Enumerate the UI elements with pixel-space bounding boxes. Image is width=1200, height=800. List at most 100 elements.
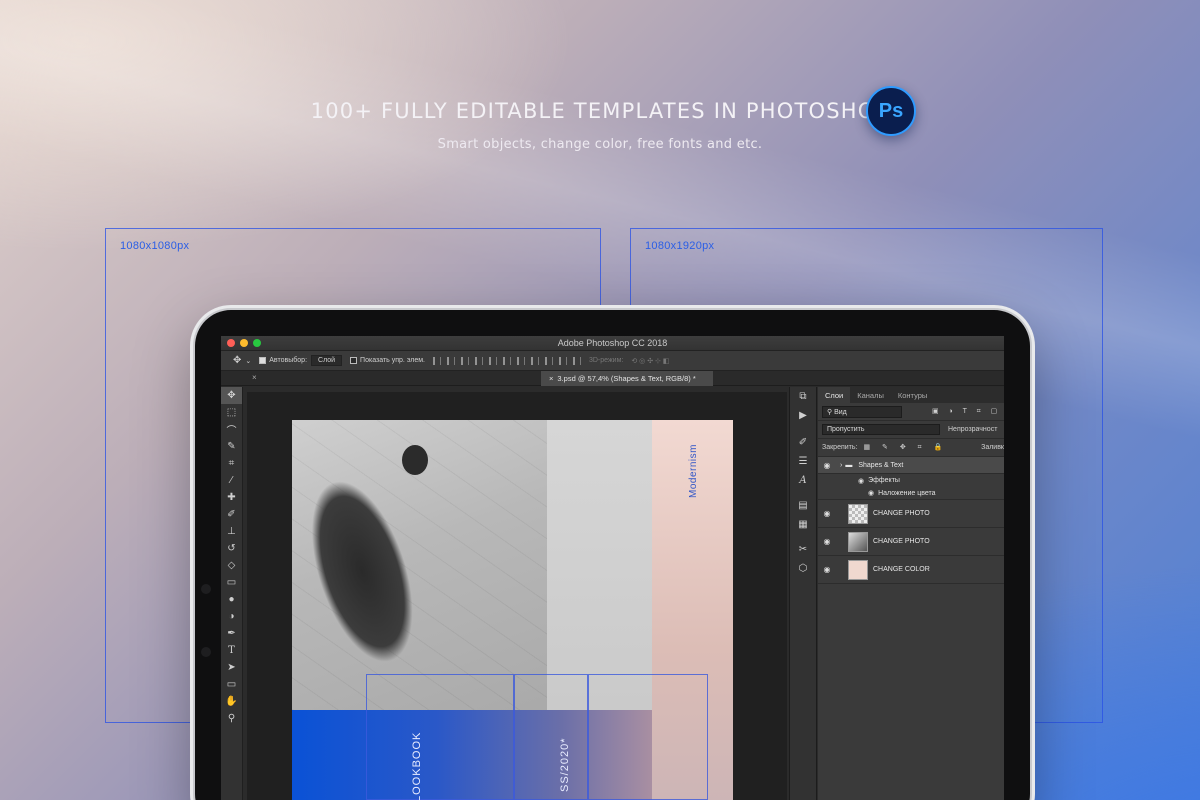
filter-icons[interactable]: ▣ ◑ T ⌗ ▢ <box>932 407 1001 416</box>
square-format-label: 1080x1080px <box>120 240 190 252</box>
chevron-right-icon[interactable]: › <box>840 462 842 469</box>
tab-channels[interactable]: Каналы <box>850 387 891 403</box>
type-tool-icon[interactable]: T <box>221 642 242 659</box>
3d-orbit-icon[interactable]: ⟲ ◎ ✣ ⊹ ◧ <box>631 357 669 365</box>
panel-dock: ⧉ ▶ ✐ ☰ A ▤ ▦ ✂ ⬡ <box>789 387 817 800</box>
layer-name: Эффекты <box>868 477 900 484</box>
layout-guide-box <box>366 674 514 800</box>
blend-mode-row: Пропустить Непрозрачност <box>818 421 1004 439</box>
layer-name: Shapes & Text <box>858 461 904 469</box>
adjustments-icon[interactable]: ☰ <box>790 452 816 471</box>
3d-panel-icon[interactable]: ⬡ <box>790 559 816 578</box>
layer-change-color[interactable]: ◉ CHANGE COLOR <box>818 556 1004 584</box>
lookbook-text: LOOKBOOK <box>411 731 423 800</box>
blend-mode-dropdown[interactable]: Пропустить <box>822 424 940 435</box>
hero-header: 100+ FULLY EDITABLE TEMPLATES IN PHOTOSH… <box>0 99 1200 152</box>
document-tab-label: 3.psd @ 57,4% (Shapes & Text, RGB/8) * <box>557 374 696 383</box>
autoselect-checkbox[interactable] <box>259 357 267 364</box>
distribute-bottom-icon[interactable] <box>544 356 553 365</box>
opacity-label: Непрозрачност <box>948 426 998 433</box>
tool-presets-icon[interactable]: ✂ <box>790 540 816 559</box>
hand-tool-icon[interactable]: ✋ <box>221 693 242 710</box>
eye-icon[interactable]: ◉ <box>858 477 864 485</box>
marquee-tool-icon[interactable]: ⬚ <box>221 404 242 421</box>
path-select-tool-icon[interactable]: ➤ <box>221 659 242 676</box>
eye-icon[interactable]: ◉ <box>818 509 836 518</box>
character-panel-icon[interactable]: A <box>790 471 816 490</box>
distribute-right-icon[interactable] <box>572 356 581 365</box>
show-transform-label: Показать упр. элем. <box>360 357 425 364</box>
eye-icon[interactable]: ◉ <box>868 489 874 497</box>
rectangle-tool-icon[interactable]: ▭ <box>221 676 242 693</box>
modernism-text: Modernism <box>688 444 699 498</box>
layer-change-photo-1[interactable]: ◉ CHANGE PHOTO <box>818 500 1004 528</box>
close-icon[interactable]: × <box>549 374 553 383</box>
title-bar: Adobe Photoshop CC 2018 <box>221 336 1004 351</box>
eraser-tool-icon[interactable]: ◇ <box>221 557 242 574</box>
align-top-icon[interactable] <box>474 356 483 365</box>
color-overlay-effect-row[interactable]: ◉ Наложение цвета <box>818 487 1004 500</box>
lasso-tool-icon[interactable]: ⌒ <box>221 421 242 438</box>
layer-thumbnail <box>848 503 868 524</box>
tools-panel: ✥ ⬚ ⌒ ✎ ⌗ ⁄ ✚ ✐ ⊥ ↺ ◇ ▭ ● ◑ ✒ T ➤ ▭ ✋ ⚲ <box>221 387 243 800</box>
photo-sky <box>547 420 652 710</box>
autoselect-dropdown[interactable]: Слой <box>311 355 343 366</box>
paragraph-panel-icon[interactable]: ▤ <box>790 496 816 515</box>
layer-group-shapes-text[interactable]: ◉ › ▬ Shapes & Text <box>818 457 1004 474</box>
lock-label: Закрепить: <box>822 444 858 451</box>
chevron-down-icon[interactable]: ⌄ <box>245 357 251 365</box>
options-bar: ✥ ⌄ Автовыбор: Слой Показать упр. элем. … <box>221 351 1004 371</box>
brush-settings-icon[interactable]: ✐ <box>790 433 816 452</box>
crop-tool-icon[interactable]: ⌗ <box>221 455 242 472</box>
pen-tool-icon[interactable]: ✒ <box>221 625 242 642</box>
document-tab[interactable]: × 3.psd @ 57,4% (Shapes & Text, RGB/8) * <box>541 371 713 386</box>
layer-filter-dropdown[interactable]: ⚲ Вид <box>822 405 902 418</box>
layer-effects-row[interactable]: ◉ Эффекты <box>818 474 1004 487</box>
distribute-top-icon[interactable] <box>516 356 525 365</box>
eye-icon[interactable]: ◉ <box>818 565 836 574</box>
move-tool-icon[interactable]: ✥ <box>221 387 242 404</box>
layer-name: CHANGE COLOR <box>873 566 930 573</box>
headline-text: 100+ FULLY EDITABLE TEMPLATES IN PHOTOSH… <box>310 99 890 123</box>
properties-panel-icon[interactable]: ▦ <box>790 515 816 534</box>
lock-icons[interactable]: ▦ ✎ ✥ ⌗ 🔒 <box>863 443 947 452</box>
folder-icon: ▬ <box>845 461 853 469</box>
season-text: SS/2020* <box>559 737 571 792</box>
align-left-icon[interactable] <box>432 356 441 365</box>
tab-paths[interactable]: Контуры <box>891 387 934 403</box>
history-brush-icon[interactable]: ↺ <box>221 540 242 557</box>
gradient-tool-icon[interactable]: ▭ <box>221 574 242 591</box>
distribute-middle-icon[interactable] <box>530 356 539 365</box>
actions-panel-icon[interactable]: ▶ <box>790 406 816 425</box>
eyedropper-tool-icon[interactable]: ⁄ <box>221 472 242 489</box>
align-right-icon[interactable] <box>460 356 469 365</box>
quick-select-tool-icon[interactable]: ✎ <box>221 438 242 455</box>
eye-icon[interactable]: ◉ <box>818 537 836 546</box>
layout-guide-box <box>588 674 708 800</box>
brush-tool-icon[interactable]: ✐ <box>221 506 242 523</box>
distribute-left-icon[interactable] <box>558 356 567 365</box>
document-tab-bar: × × 3.psd @ 57,4% (Shapes & Text, RGB/8) … <box>221 371 1004 386</box>
align-center-icon[interactable] <box>446 356 455 365</box>
document-canvas[interactable]: Modernism LOOKBOOK SS/2020* <box>292 420 733 800</box>
align-bottom-icon[interactable] <box>502 356 511 365</box>
fill-label: Заливк <box>981 444 1004 451</box>
blur-tool-icon[interactable]: ● <box>221 591 242 608</box>
align-middle-icon[interactable] <box>488 356 497 365</box>
story-format-label: 1080x1920px <box>645 240 715 252</box>
stamp-tool-icon[interactable]: ⊥ <box>221 523 242 540</box>
subheadline-text: Smart objects, change color, free fonts … <box>437 137 763 152</box>
align-buttons-group <box>432 356 581 365</box>
photoshop-logo-text: Ps <box>878 99 904 122</box>
layer-change-photo-2[interactable]: ◉ CHANGE PHOTO <box>818 528 1004 556</box>
zoom-tool-icon[interactable]: ⚲ <box>221 710 242 727</box>
history-panel-icon[interactable]: ⧉ <box>790 387 816 406</box>
move-tool-icon[interactable]: ✥ <box>233 355 241 366</box>
healing-tool-icon[interactable]: ✚ <box>221 489 242 506</box>
close-icon[interactable]: × <box>252 373 257 382</box>
layer-name: CHANGE PHOTO <box>873 538 930 545</box>
dodge-tool-icon[interactable]: ◑ <box>221 608 242 625</box>
eye-icon[interactable]: ◉ <box>818 461 836 470</box>
show-transform-checkbox[interactable] <box>350 357 358 364</box>
tab-layers[interactable]: Слои <box>818 387 851 403</box>
